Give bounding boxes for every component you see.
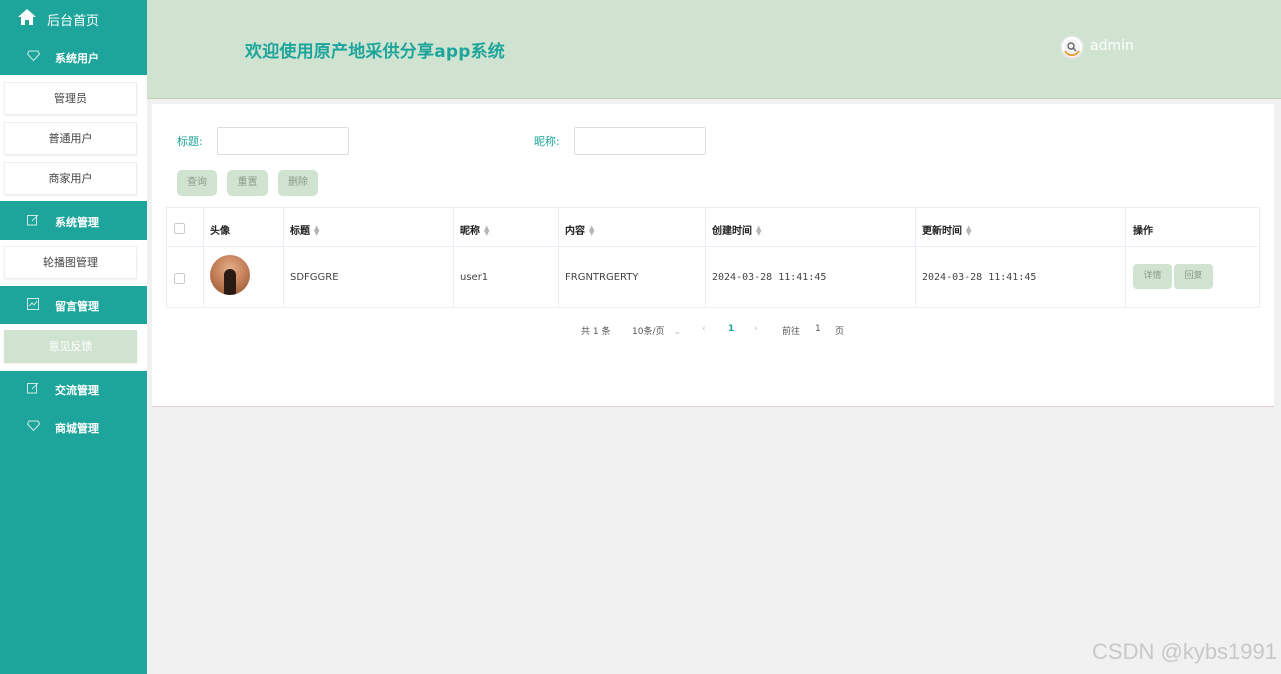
header-nickname-label: 昵称 bbox=[460, 226, 480, 237]
sidebar-item-feedback[interactable]: 意见反馈 bbox=[4, 330, 137, 363]
goto-input[interactable]: 1 bbox=[815, 324, 821, 334]
sidebar-group-system-users[interactable]: 系统用户 bbox=[0, 39, 147, 75]
prev-page-icon[interactable]: ‹ bbox=[702, 324, 706, 334]
sidebar-group-label: 商城管理 bbox=[55, 422, 99, 435]
header-content-label: 内容 bbox=[565, 226, 585, 237]
header-title-label: 标题 bbox=[290, 226, 310, 237]
chart-icon bbox=[27, 298, 39, 313]
diamond-icon bbox=[26, 420, 41, 434]
col-divider bbox=[203, 208, 204, 307]
edit-icon bbox=[27, 382, 39, 397]
header-updated[interactable]: 更新时间 ▲ ▼ bbox=[922, 222, 971, 238]
header-actions: 操作 bbox=[1133, 226, 1153, 237]
col-divider bbox=[283, 208, 284, 307]
sidebar-group-message-management[interactable]: 留言管理 bbox=[0, 287, 147, 323]
header-avatar: 头像 bbox=[210, 226, 230, 237]
col-divider bbox=[915, 208, 916, 307]
sort-icon[interactable]: ▲ ▼ bbox=[484, 225, 489, 237]
edit-icon bbox=[27, 214, 39, 229]
sort-icon[interactable]: ▲ ▼ bbox=[314, 225, 319, 237]
nickname-filter-input[interactable] bbox=[574, 127, 706, 155]
header-created[interactable]: 创建时间 ▲ ▼ bbox=[712, 222, 761, 238]
cell-content: FRGNTRGERTY bbox=[565, 272, 639, 283]
sort-icon[interactable]: ▲ ▼ bbox=[756, 225, 761, 237]
sidebar-group-label: 系统管理 bbox=[55, 216, 99, 229]
col-divider bbox=[558, 208, 559, 307]
query-button[interactable]: 查询 bbox=[177, 170, 217, 196]
col-divider bbox=[705, 208, 706, 307]
sidebar: 后台首页 系统用户 管理员 普通用户 商家用户 系统管理 轮播图管理 留言管理 … bbox=[0, 0, 147, 674]
pagination-total: 共 1 条 bbox=[581, 327, 611, 337]
page-title: 欢迎使用原产地采供分享app系统 bbox=[245, 42, 506, 62]
detail-button[interactable]: 详情 bbox=[1133, 264, 1172, 289]
sidebar-group-system-management[interactable]: 系统管理 bbox=[0, 203, 147, 239]
header-content[interactable]: 内容 ▲ ▼ bbox=[565, 222, 594, 238]
row-divider bbox=[167, 246, 1259, 247]
diamond-icon bbox=[26, 50, 41, 64]
cell-created: 2024-03-28 11:41:45 bbox=[712, 272, 827, 283]
sidebar-group-label: 系统用户 bbox=[55, 52, 99, 65]
sort-icon[interactable]: ▲ ▼ bbox=[589, 225, 594, 237]
sidebar-group-label: 留言管理 bbox=[55, 300, 99, 313]
header-created-label: 创建时间 bbox=[712, 226, 752, 237]
sidebar-group-mall-management[interactable]: 商城管理 bbox=[0, 409, 147, 445]
content-panel: 标题: 昵称: 查询 重置 删除 头像 标题 ▲ ▼ 昵称 ▲ ▼ 内容 ▲ ▼ 创建时间 ▲… bbox=[152, 104, 1274, 407]
delete-button[interactable]: 删除 bbox=[278, 170, 318, 196]
chevron-down-icon: ⌄ bbox=[673, 327, 682, 337]
goto-suffix: 页 bbox=[835, 327, 845, 337]
row-checkbox[interactable] bbox=[174, 273, 185, 284]
col-divider bbox=[453, 208, 454, 307]
sidebar-home-label: 后台首页 bbox=[47, 14, 100, 29]
page-size-select[interactable]: 10条/页 ⌄ bbox=[632, 324, 681, 337]
data-table: 头像 标题 ▲ ▼ 昵称 ▲ ▼ 内容 ▲ ▼ 创建时间 ▲ ▼ 更新时间 ▲ ▼ 操作 SDFGG… bbox=[166, 207, 1260, 308]
header-title[interactable]: 标题 ▲ ▼ bbox=[290, 222, 319, 238]
top-header: 欢迎使用原产地采供分享app系统 admin bbox=[147, 0, 1281, 99]
select-all-checkbox[interactable] bbox=[174, 223, 185, 234]
sidebar-item-merchants[interactable]: 商家用户 bbox=[4, 162, 137, 195]
sidebar-item-admin[interactable]: 管理员 bbox=[4, 82, 137, 115]
goto-label: 前往 bbox=[782, 327, 801, 337]
header-nickname[interactable]: 昵称 ▲ ▼ bbox=[460, 222, 489, 238]
row-avatar-image bbox=[210, 255, 250, 295]
page-number-current[interactable]: 1 bbox=[728, 324, 734, 334]
next-page-icon[interactable]: › bbox=[754, 324, 758, 334]
sidebar-group-exchange-management[interactable]: 交流管理 bbox=[0, 371, 147, 407]
sidebar-home[interactable]: 后台首页 bbox=[0, 0, 147, 38]
title-filter-label: 标题: bbox=[177, 135, 203, 148]
sidebar-item-normal-users[interactable]: 普通用户 bbox=[4, 122, 137, 155]
sort-icon[interactable]: ▲ ▼ bbox=[966, 225, 971, 237]
cell-title: SDFGGRE bbox=[290, 272, 339, 283]
home-icon bbox=[17, 8, 37, 30]
username[interactable]: admin bbox=[1090, 38, 1134, 54]
col-divider bbox=[1125, 208, 1126, 307]
cell-nickname: user1 bbox=[460, 272, 489, 283]
sidebar-group-label: 交流管理 bbox=[55, 384, 99, 397]
avatar[interactable] bbox=[1060, 35, 1084, 59]
watermark: CSDN @kybs1991 bbox=[1092, 639, 1277, 664]
page-size-value: 10条/页 bbox=[632, 327, 665, 337]
cell-updated: 2024-03-28 11:41:45 bbox=[922, 272, 1037, 283]
title-filter-input[interactable] bbox=[217, 127, 349, 155]
nickname-filter-label: 昵称: bbox=[534, 135, 560, 148]
header-updated-label: 更新时间 bbox=[922, 226, 962, 237]
sidebar-item-carousel[interactable]: 轮播图管理 bbox=[4, 246, 137, 279]
reset-button[interactable]: 重置 bbox=[227, 170, 268, 196]
reply-button[interactable]: 回复 bbox=[1174, 264, 1213, 289]
